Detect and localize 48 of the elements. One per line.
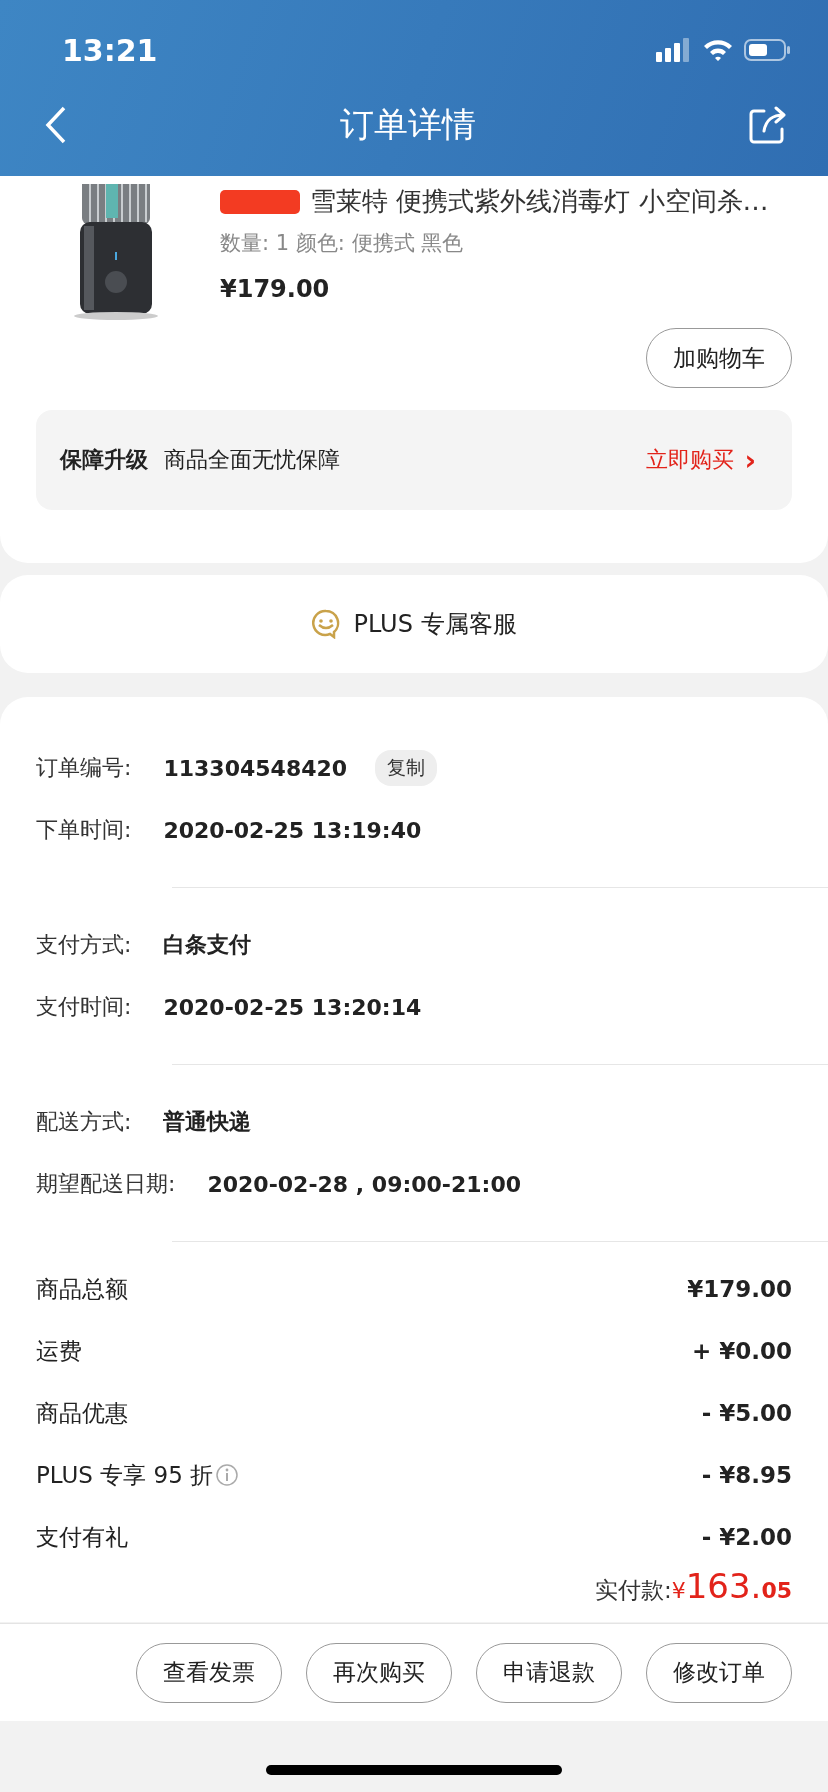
info-value: 2020-02-25 13:20:14 xyxy=(163,994,422,1020)
amount-label: 支付有礼 xyxy=(36,1522,128,1552)
info-value: 白条支付 xyxy=(163,931,252,959)
page-title: 订单详情 xyxy=(340,103,476,146)
service-label: PLUS 专属客服 xyxy=(353,609,517,640)
wifi-icon xyxy=(702,38,734,62)
info-value: 普通快递 xyxy=(163,1108,252,1136)
info-label: 期望配送日期: xyxy=(36,1170,176,1198)
total-label: 实付款: xyxy=(594,1576,672,1605)
status-time: 13:21 xyxy=(62,32,158,68)
action-button[interactable]: 申请退款 xyxy=(476,1642,622,1703)
product-price: ¥179.00 xyxy=(220,275,331,303)
amount-label: 运费 xyxy=(36,1336,82,1366)
info-icon[interactable] xyxy=(215,1463,240,1487)
info-value: 113304548420 xyxy=(163,755,348,781)
amount-label: PLUS 专享 95 折 xyxy=(36,1460,214,1490)
amount-value: - ¥8.95 xyxy=(701,1462,792,1488)
action-button[interactable]: 修改订单 xyxy=(646,1642,792,1703)
product-specs: 数量: 1 颜色: 便携式 黑色 xyxy=(220,230,465,257)
battery-icon xyxy=(744,38,792,62)
amount-value: - ¥2.00 xyxy=(701,1524,792,1550)
amount-label: 商品优惠 xyxy=(36,1398,128,1428)
chevron-icon[interactable]: › xyxy=(744,443,756,477)
info-value: 2020-02-25 13:19:40 xyxy=(163,817,422,843)
info-label: 支付方式: xyxy=(36,931,132,959)
amount-value: ¥179.00 xyxy=(687,1276,792,1302)
info-label: 订单编号: xyxy=(36,754,132,782)
back-icon[interactable] xyxy=(44,105,68,145)
action-button[interactable]: 查看发票 xyxy=(136,1642,282,1703)
buy-now-link[interactable]: 立即购买 xyxy=(646,445,735,475)
info-label: 配送方式: xyxy=(36,1108,132,1136)
add-to-cart-button[interactable]: 加购物车 xyxy=(646,328,792,388)
amount-value: + ¥0.00 xyxy=(691,1338,792,1364)
protection-label: 保障升级 xyxy=(60,446,148,474)
copy-button[interactable]: 复制 xyxy=(375,750,438,786)
info-label: 下单时间: xyxy=(36,816,132,844)
action-button[interactable]: 再次购买 xyxy=(306,1642,452,1703)
total-amount: ¥163.05 xyxy=(671,1566,792,1606)
signal-icon xyxy=(656,38,692,62)
protection-text: 商品全面无忧保障 xyxy=(164,446,341,474)
service-card[interactable]: PLUS 专属客服 xyxy=(0,575,828,673)
chat-smile-icon xyxy=(311,609,342,639)
product-title[interactable]: 雪莱特 便携式紫外线消毒灯 小空间杀… xyxy=(310,184,769,219)
share-icon[interactable] xyxy=(748,105,788,145)
info-label: 支付时间: xyxy=(36,993,132,1021)
info-value: 2020-02-28 , 09:00-21:00 xyxy=(207,1171,521,1197)
amount-label: 商品总额 xyxy=(36,1274,128,1304)
amount-value: - ¥5.00 xyxy=(701,1400,792,1426)
